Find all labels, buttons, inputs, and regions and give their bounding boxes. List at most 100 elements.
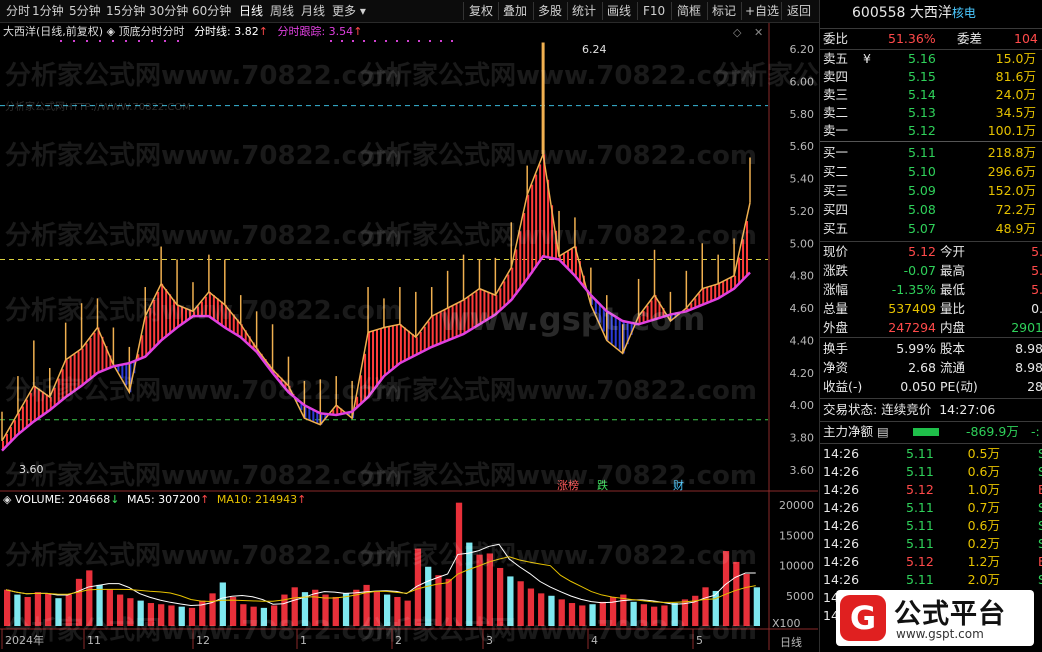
volume-bar [178,606,185,626]
sector-tag[interactable]: 核电 [952,6,976,20]
signal-marker [451,40,453,42]
fill-bar [153,299,156,349]
divider [820,28,1042,29]
fill-bar [161,283,164,341]
volume-bar [168,605,175,626]
divider [820,337,1042,338]
tick-volume: 0.7万 [967,500,1000,515]
tab-15min[interactable]: 15分钟 [106,3,145,19]
fill-bar [503,281,506,308]
bid-volume: 152.0万 [987,183,1036,198]
fill-bar [395,325,398,367]
fill-bar [204,296,207,317]
volume-bar [753,587,760,626]
weibi-row: 委比 [823,30,848,48]
indicator-name[interactable]: 顶底分时分时 [119,25,185,38]
signal-marker [374,40,376,42]
price-tick-label: 5.20 [790,205,815,218]
indicator-settings-icon[interactable]: ◈ [107,25,115,38]
fill-bar [479,288,482,325]
bid-volume: 72.2万 [995,202,1036,217]
btn-huaxian[interactable]: 画线 [607,3,631,19]
signal-marker [164,40,166,42]
volume-bar [65,594,72,626]
fill-bar [507,274,510,304]
quote-panel: 600558 大西洋核电 委比 51.36% 委差 104 卖五 ¥5.16 15.… [819,0,1042,652]
fill-bar [165,289,168,338]
signal-marker [385,40,387,42]
fill-bar [451,306,454,339]
close-icon[interactable]: ✕ [754,26,763,39]
btn-add-watchlist[interactable]: +自选 [745,3,779,19]
tag-die[interactable]: 跌 [597,477,608,493]
volume-bar [466,542,473,626]
btn-diejia[interactable]: 叠加 [503,3,527,19]
tag-zhangbang[interactable]: 涨榜 [557,477,579,493]
tab-fenshi[interactable]: 分时 [6,3,30,19]
volume-bar [24,596,31,626]
weicha-value: 104 [1014,31,1038,46]
trade-status-label: 交易状态: [823,402,878,417]
ask-volume: 81.6万 [995,69,1036,84]
volume-bar [712,590,719,626]
volume-settings-icon[interactable]: ◈ [3,493,11,506]
btn-f10[interactable]: F10 [643,3,665,19]
fill-bar [566,251,569,268]
stock-name: 大西洋 [909,5,952,21]
divider [820,421,1042,422]
volume-bar [394,596,401,626]
fill-bar [196,306,199,317]
fill-bar [65,359,68,398]
fill-bar [21,406,24,432]
fill-bar [364,353,367,401]
volume-bar [229,596,237,626]
fill-bar [85,343,88,383]
tab-1min[interactable]: 1分钟 [32,3,64,19]
signal-marker [112,40,114,42]
btn-fuquan[interactable]: 复权 [469,3,493,19]
fill-bar [746,221,749,277]
toolbar-divider [463,2,464,20]
tab-60min[interactable]: 60分钟 [192,3,231,19]
fill-bar [157,291,160,345]
tab-5min[interactable]: 5分钟 [69,3,101,19]
volume-bar [14,594,21,626]
tab-more[interactable]: 更多 ▾ [332,3,366,19]
tab-daily[interactable]: 日线 [239,3,263,19]
main-net-bar [913,428,939,436]
fill-bar [483,290,486,322]
volume-bar [435,575,442,626]
fill-bar [471,294,474,330]
tab-monthly[interactable]: 月线 [301,3,325,19]
btn-jiankuang[interactable]: 简框 [677,3,701,19]
tab-30min[interactable]: 30分钟 [149,3,188,19]
btn-back[interactable]: 返回 [787,3,811,19]
toolbar-divider [498,2,499,20]
volume-bar [342,593,350,626]
price-volume-chart[interactable]: 6.20 6.00 5.80 5.60 5.40 5.20 5.00 4.80 4.60 4.40… [0,23,818,650]
xaxis-label: 11 [87,634,101,647]
volume-bar [250,606,257,626]
volume-bar [322,594,329,626]
btn-biaoji[interactable]: 标记 [712,3,736,19]
table-icon[interactable]: ▤ [877,424,889,439]
fill-bar [17,413,20,435]
bid-volume: 296.6万 [987,164,1036,179]
fill-bar [33,385,36,422]
price-tick-label: 3.80 [790,432,815,445]
tick-volume: 1.2万 [967,554,1000,569]
fill-bar [710,286,713,302]
fill-bar [121,364,124,379]
fill-bar [714,285,717,300]
signal-marker [352,40,354,42]
tag-cai[interactable]: 财 [673,477,684,493]
diamond-icon[interactable]: ◇ [733,26,741,39]
fill-bar [173,299,176,331]
tick-side: S [1038,518,1042,533]
btn-tongji[interactable]: 统计 [572,3,596,19]
fill-bar [618,318,621,351]
btn-duogu[interactable]: 多股 [538,3,562,19]
fill-bar [411,333,414,358]
tab-weekly[interactable]: 周线 [270,3,294,19]
logo-mark-letter: G [849,599,877,637]
